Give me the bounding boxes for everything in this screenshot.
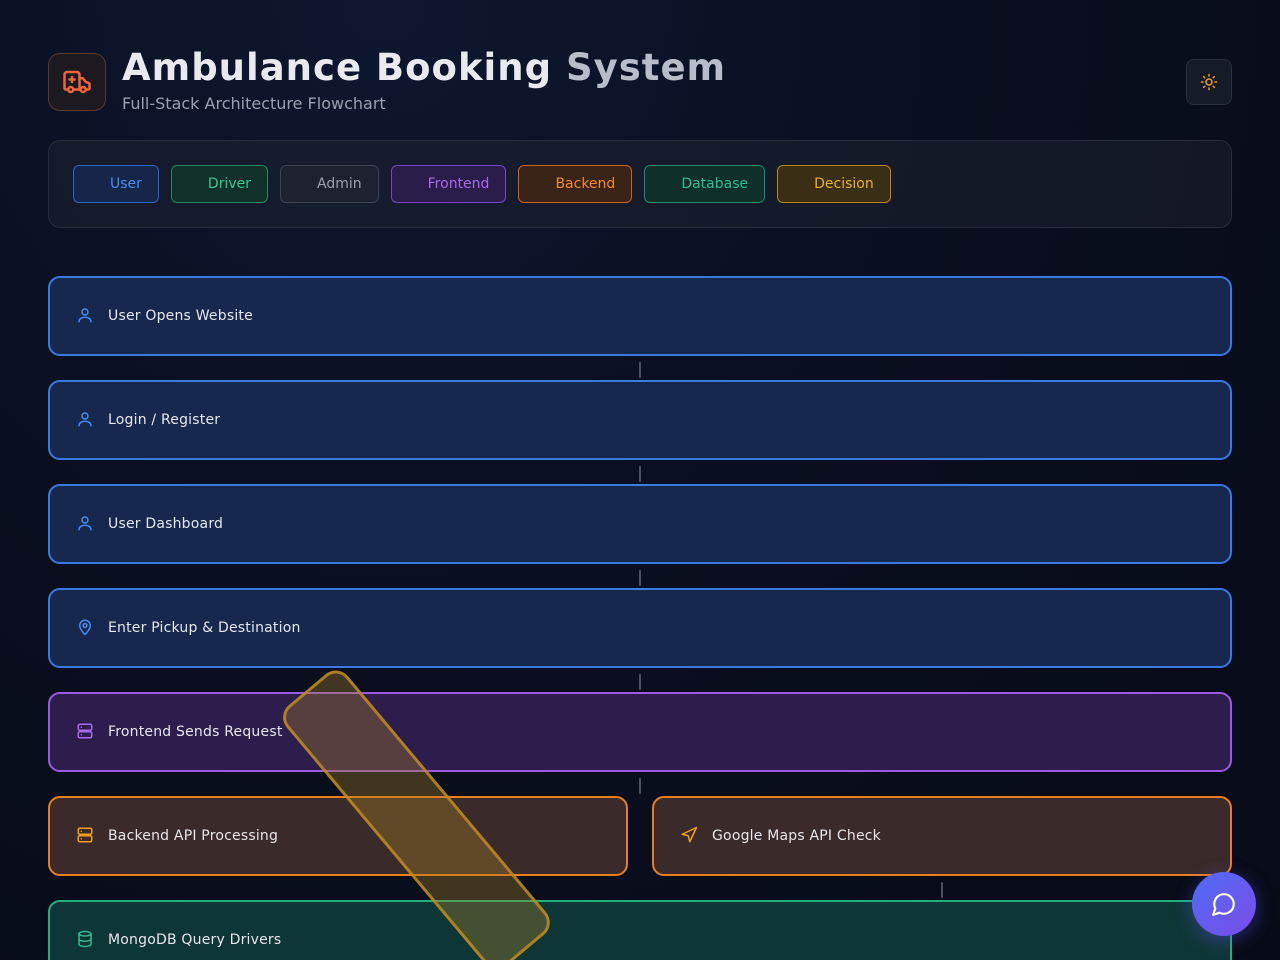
database-icon <box>76 930 96 950</box>
server-icon <box>76 826 96 846</box>
flow-node-backend-api-processing[interactable]: Backend API Processing <box>48 796 628 876</box>
node-label: User Opens Website <box>108 308 253 324</box>
legend-chip-database[interactable]: Database <box>644 165 766 203</box>
node-label: Backend API Processing <box>108 828 279 844</box>
legend-chip-decision[interactable]: Decision <box>777 165 891 203</box>
chat-button[interactable] <box>1192 872 1256 936</box>
flowchart-page: Ambulance Booking System Full-Stack Arch… <box>0 0 1280 960</box>
node-label: Enter Pickup & Destination <box>108 620 301 636</box>
flow-node-frontend-sends-request[interactable]: Frontend Sends Request <box>48 692 1232 772</box>
page-subtitle: Full-Stack Architecture Flowchart <box>122 94 386 113</box>
flow-connector <box>639 570 641 586</box>
node-label: Google Maps API Check <box>712 828 881 844</box>
legend-chip-driver[interactable]: Driver <box>170 165 269 203</box>
header: Ambulance Booking System Full-Stack Arch… <box>48 40 1232 120</box>
navigation-icon <box>680 826 700 846</box>
flow-connector <box>639 674 641 690</box>
ambulance-icon <box>48 53 106 111</box>
flow-node-user-dashboard[interactable]: User Dashboard <box>48 484 1232 564</box>
flow-connector <box>941 882 943 898</box>
flow-node-login-register[interactable]: Login / Register <box>48 380 1232 460</box>
node-label: Frontend Sends Request <box>108 724 283 740</box>
page-title: Ambulance Booking System <box>122 46 726 89</box>
legend-chip-frontend[interactable]: Frontend <box>390 165 507 203</box>
title-part1: Ambulance Booking <box>122 46 553 89</box>
node-label: MongoDB Query Drivers <box>108 932 282 948</box>
theme-toggle-button[interactable] <box>1186 59 1232 105</box>
flow-node-user-opens-website[interactable]: User Opens Website <box>48 276 1232 356</box>
flow-connector <box>639 466 641 482</box>
flow-node-google-maps-api-check[interactable]: Google Maps API Check <box>652 796 1232 876</box>
user-icon <box>76 306 96 326</box>
sun-icon <box>1200 73 1218 91</box>
flow-connector <box>639 778 641 794</box>
title-part2: System <box>565 46 727 89</box>
flow-connector <box>639 362 641 378</box>
flow-node-mongodb-query-drivers[interactable]: MongoDB Query Drivers <box>48 900 1232 960</box>
server-icon <box>76 722 96 742</box>
node-label: Login / Register <box>108 412 221 428</box>
chat-bubble-icon <box>1212 893 1235 916</box>
flow-node-enter-pickup-destination[interactable]: Enter Pickup & Destination <box>48 588 1232 668</box>
legend: User Driver Admin Frontend Backend Datab… <box>48 140 1232 228</box>
map-pin-icon <box>76 618 96 638</box>
legend-chip-user[interactable]: User <box>73 165 159 203</box>
node-label: User Dashboard <box>108 516 224 532</box>
legend-chip-admin[interactable]: Admin <box>280 165 379 203</box>
user-icon <box>76 410 96 430</box>
legend-chip-backend[interactable]: Backend <box>518 165 633 203</box>
user-icon <box>76 514 96 534</box>
